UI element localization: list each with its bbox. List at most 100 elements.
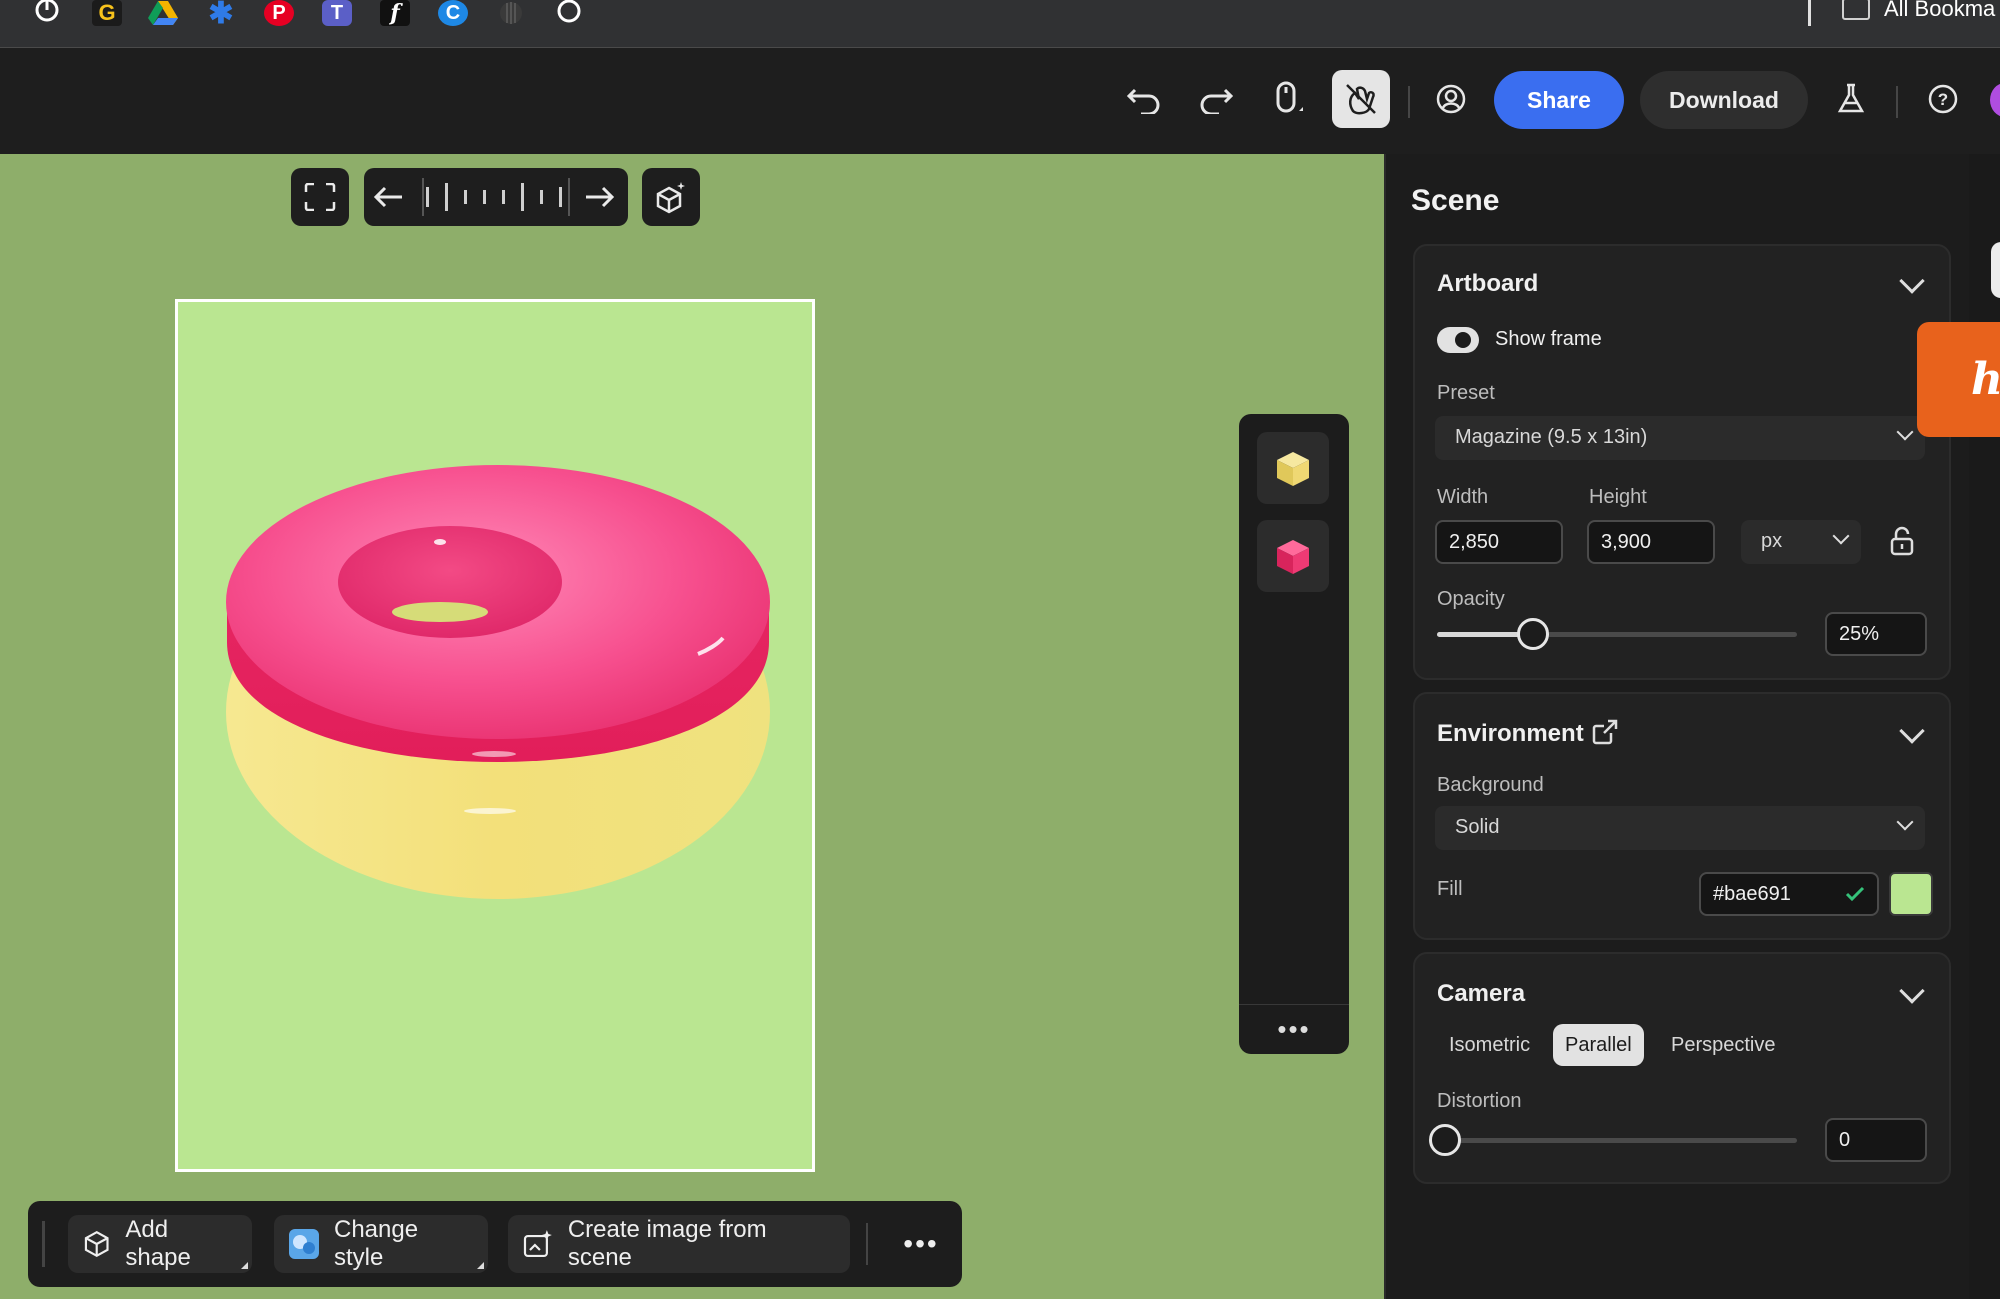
artboard-section-title: Artboard — [1437, 270, 1539, 297]
teams-glyph: T — [330, 1, 344, 24]
add-shape-label: Add shape — [125, 1216, 191, 1271]
ruler-bound-left — [422, 178, 424, 216]
app-c-icon[interactable]: C — [438, 0, 468, 26]
object-yellow-cube[interactable] — [1257, 432, 1329, 504]
height-label: Height — [1589, 486, 1647, 508]
distortion-label: Distortion — [1437, 1090, 1522, 1112]
cube-sparkle-icon — [656, 182, 685, 214]
distortion-input[interactable]: 0 — [1825, 1118, 1927, 1162]
arrow-right-icon — [586, 186, 615, 208]
unit-chevron-icon — [1832, 527, 1850, 545]
fill-hex-input[interactable]: #bae691 — [1699, 872, 1879, 916]
image-sparkle-icon — [523, 1230, 552, 1258]
background-dropdown[interactable]: Solid — [1435, 806, 1925, 850]
fit-view-button[interactable] — [291, 168, 349, 226]
opacity-slider-knob[interactable] — [1517, 618, 1549, 650]
show-frame-toggle[interactable] — [1437, 327, 1479, 353]
style-icon — [288, 1229, 319, 1259]
snowflake-icon[interactable]: ✱ — [206, 0, 236, 30]
bottom-more-button[interactable]: ••• — [896, 1215, 946, 1273]
striped-circle-icon[interactable] — [496, 0, 526, 26]
redo-icon — [1200, 88, 1233, 114]
download-button[interactable]: Download — [1640, 71, 1808, 129]
google-drive-icon[interactable] — [148, 0, 178, 26]
preset-dropdown[interactable]: Magazine (9.5 x 13in) — [1435, 416, 1925, 460]
camera-option-parallel[interactable]: Parallel — [1553, 1024, 1644, 1066]
function-glyph: f — [390, 0, 400, 26]
unit-dropdown[interactable]: px — [1741, 520, 1861, 564]
object-pink-cube[interactable] — [1257, 520, 1329, 592]
grammarly-glyph: G — [98, 0, 116, 25]
camera-section-title: Camera — [1437, 980, 1526, 1007]
camera-option-perspective[interactable]: Perspective — [1659, 1024, 1788, 1066]
labs-button[interactable] — [1822, 70, 1880, 128]
objects-more-button[interactable]: ••• — [1239, 1004, 1349, 1054]
all-bookmarks-label: All Bookma — [1884, 0, 1996, 21]
redo-button[interactable] — [1187, 70, 1245, 128]
donut-render[interactable] — [178, 302, 812, 1169]
external-link-icon[interactable] — [1591, 718, 1619, 746]
assist-mode-button[interactable] — [1332, 70, 1390, 128]
opacity-input[interactable]: 25% — [1825, 612, 1927, 656]
edge-tab[interactable] — [1991, 242, 2000, 298]
profile-button[interactable] — [1422, 70, 1480, 128]
canvas-area[interactable]: ••• Add shape Change style Create image … — [0, 154, 1384, 1299]
user-circle-icon — [1436, 84, 1466, 114]
environment-collapse-chevron-icon[interactable] — [1899, 718, 1925, 744]
preset-label: Preset — [1437, 382, 1495, 404]
extension-badge[interactable]: h — [1917, 322, 2000, 437]
height-input[interactable]: 3,900 — [1587, 520, 1715, 564]
mouse-mode-button[interactable] — [1259, 70, 1317, 128]
bookmarks-bar: G ✱ P T f C All Bookma — [0, 0, 2000, 48]
folder-icon — [1842, 0, 1870, 20]
function-icon[interactable]: f — [380, 0, 410, 26]
add-shape-button[interactable]: Add shape — [68, 1215, 252, 1273]
submenu-indicator — [241, 1262, 248, 1269]
drag-handle[interactable] — [42, 1221, 45, 1267]
flask-icon — [1837, 83, 1865, 113]
help-button[interactable]: ? — [1914, 70, 1972, 128]
rotation-scrubber[interactable] — [364, 168, 628, 226]
teams-icon[interactable]: T — [322, 0, 352, 26]
artboard-collapse-chevron-icon[interactable] — [1899, 268, 1925, 294]
all-bookmarks-folder[interactable]: All Bookma — [1842, 0, 1995, 22]
camera-section: Camera Isometric Parallel Perspective Di… — [1413, 952, 1951, 1184]
opacity-slider[interactable] — [1437, 632, 1797, 637]
camera-collapse-chevron-icon[interactable] — [1899, 978, 1925, 1004]
objects-panel: ••• — [1239, 414, 1349, 1054]
create-image-button[interactable]: Create image from scene — [508, 1215, 850, 1273]
environment-section-title: Environment — [1437, 720, 1584, 747]
distortion-slider-knob[interactable] — [1429, 1124, 1461, 1156]
width-label: Width — [1437, 486, 1489, 508]
change-style-button[interactable]: Change style — [274, 1215, 488, 1273]
power-icon[interactable] — [32, 0, 62, 26]
share-button[interactable]: Share — [1494, 71, 1624, 129]
cube-icon — [84, 1231, 109, 1257]
pinterest-icon[interactable]: P — [264, 0, 294, 26]
help-icon: ? — [1928, 84, 1958, 114]
preset-chevron-icon — [1896, 423, 1914, 441]
artboard-frame[interactable] — [175, 299, 815, 1172]
opacity-label: Opacity — [1437, 588, 1505, 610]
circle-icon[interactable] — [554, 0, 584, 26]
donut-hole-floor — [392, 602, 488, 622]
bottom-action-bar: Add shape Change style Create image from… — [28, 1201, 962, 1287]
camera-option-isometric[interactable]: Isometric — [1437, 1024, 1542, 1066]
bookmarks-separator — [1808, 0, 1811, 26]
grammarly-icon[interactable]: G — [92, 0, 122, 26]
width-input[interactable]: 2,850 — [1435, 520, 1563, 564]
unlock-icon[interactable] — [1889, 526, 1915, 556]
yellow-cube-icon — [1277, 452, 1309, 486]
donut-highlight-3 — [472, 751, 516, 757]
rotation-ruler[interactable] — [426, 168, 562, 226]
fill-color-swatch[interactable] — [1889, 872, 1933, 916]
scene-settings-button[interactable] — [642, 168, 700, 226]
undo-button[interactable] — [1115, 70, 1173, 128]
background-value: Solid — [1455, 816, 1500, 838]
distortion-slider[interactable] — [1437, 1138, 1797, 1143]
bottom-bar-separator — [866, 1223, 868, 1265]
submenu-indicator-2 — [477, 1262, 484, 1269]
header-separator-2 — [1896, 86, 1898, 118]
background-label: Background — [1437, 774, 1544, 796]
undo-icon — [1127, 88, 1160, 114]
